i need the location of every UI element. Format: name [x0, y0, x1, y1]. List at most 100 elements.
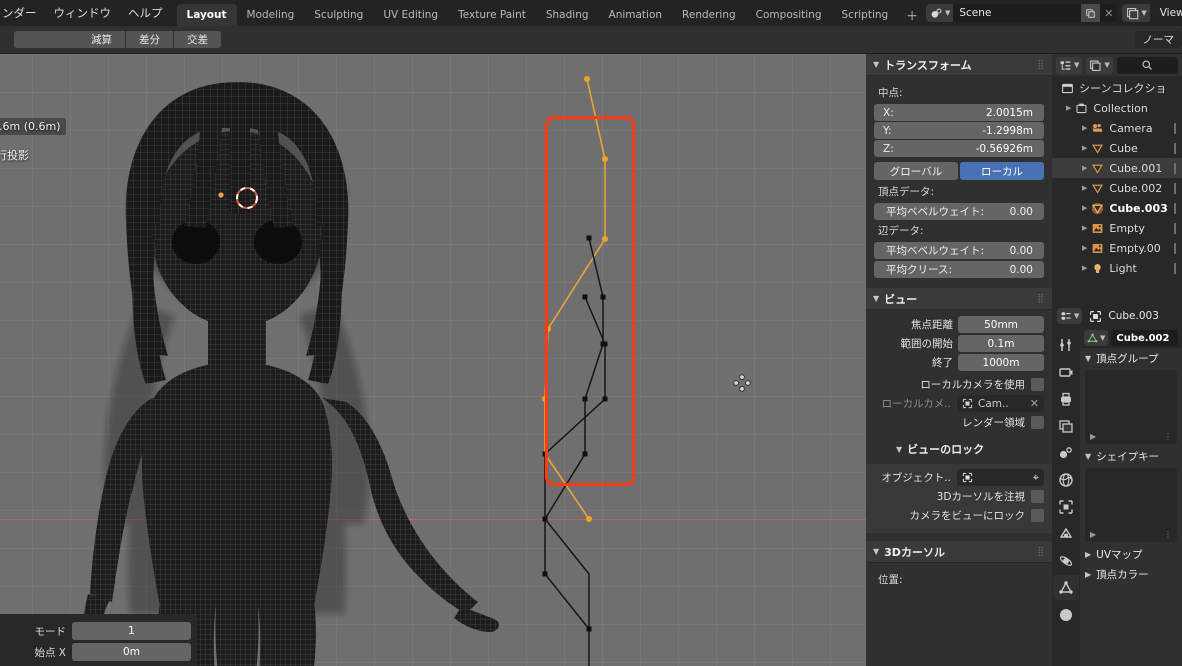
outliner-row-light[interactable]: ▶ Light — [1052, 258, 1182, 278]
list-options-icon[interactable]: ⋮ — [1164, 432, 1173, 441]
lock-object-field[interactable]: ⌖ — [957, 469, 1044, 486]
properties-editor-type-dropdown[interactable]: ▼ — [1057, 308, 1083, 324]
outliner-editor[interactable]: ▼ ▼ シーンコレクショ ▶ Collection ▶ Camera ▶ Cube ▶ Cube… — [1052, 54, 1182, 304]
disclosure-triangle-icon[interactable]: ▶ — [1082, 264, 1087, 272]
drag-grip-icon[interactable]: ⣿ — [1037, 294, 1045, 304]
median-z-row[interactable]: Z: -0.56926m — [874, 140, 1044, 157]
outliner-row-collection[interactable]: ▶ Collection — [1052, 98, 1182, 118]
tab-sculpting[interactable]: Sculpting — [304, 4, 373, 26]
disclosure-triangle-icon[interactable]: ▶ — [1082, 204, 1087, 212]
visibility-toggle[interactable] — [1174, 222, 1176, 234]
outliner-display-mode-dropdown[interactable]: ▼ — [1056, 56, 1083, 74]
visibility-toggle[interactable] — [1174, 182, 1176, 194]
disclosure-triangle-icon[interactable]: ▶ — [1066, 104, 1071, 112]
modifier-tab[interactable] — [1053, 521, 1079, 546]
render-tab[interactable] — [1053, 359, 1079, 384]
boolean-subtract-button[interactable]: 差分 — [126, 31, 174, 48]
outliner-row-empty-00[interactable]: ▶ Empty.00 — [1052, 238, 1182, 258]
new-scene-button[interactable] — [1081, 4, 1101, 22]
mesh-datablock-row[interactable]: ▼ Cube.002 — [1080, 328, 1182, 348]
local-button[interactable]: ローカル — [960, 162, 1044, 180]
properties-editor[interactable]: ▼ Cube.003 ▼ Cube.002 ▼ 頂点グループ ▶ ⋮ ▼ シェイ… — [1052, 304, 1182, 666]
tab-texture-paint[interactable]: Texture Paint — [448, 4, 536, 26]
lock-camera-checkbox[interactable] — [1031, 509, 1044, 522]
disclosure-triangle-icon[interactable]: ▶ — [1082, 244, 1087, 252]
transform-panel-header[interactable]: ▼ トランスフォーム ⣿ — [866, 54, 1052, 76]
eyedropper-icon[interactable]: ⌖ — [1033, 471, 1039, 485]
tab-compositing[interactable]: Compositing — [746, 4, 832, 26]
disclosure-triangle-icon[interactable]: ▶ — [1082, 184, 1087, 192]
tab-scripting[interactable]: Scripting — [832, 4, 899, 26]
edge-crease-field[interactable]: 平均クリース: 0.00 — [874, 261, 1044, 278]
transform-orientation-dropdown[interactable]: ノーマ — [1134, 31, 1182, 48]
uv-maps-section-header[interactable]: ▶ UVマップ — [1080, 544, 1182, 564]
3d-viewport[interactable]: .6m (0.6m) 行投影 — [0, 54, 866, 666]
visibility-toggle[interactable] — [1174, 122, 1176, 134]
vertex-groups-section-header[interactable]: ▼ 頂点グループ — [1080, 348, 1182, 368]
disclosure-triangle-icon[interactable]: ▶ — [1082, 124, 1087, 132]
menu-help[interactable]: ヘルプ — [128, 5, 163, 21]
median-x-value[interactable]: 2.0015m — [926, 104, 1044, 121]
operator-mode-field[interactable]: 1 — [72, 622, 191, 640]
operator-adjust-panel[interactable]: モード 1 始点 X 0m — [0, 614, 197, 666]
shape-keys-list[interactable]: ▶ ⋮ — [1085, 468, 1177, 542]
cursor-panel-header[interactable]: ▼ 3Dカーソル ⣿ — [866, 541, 1052, 563]
vertex-colors-section-header[interactable]: ▶ 頂点カラー — [1080, 564, 1182, 584]
visibility-toggle[interactable] — [1174, 262, 1176, 274]
unlink-scene-button[interactable]: ✕ — [1100, 4, 1117, 22]
outliner-row-cube-003[interactable]: ▶ Cube.003 — [1052, 198, 1182, 218]
outliner-row-[interactable]: シーンコレクショ — [1052, 78, 1182, 98]
tool-tab[interactable] — [1053, 332, 1079, 357]
outliner-row-cube-001[interactable]: ▶ Cube.001 — [1052, 158, 1182, 178]
visibility-toggle[interactable] — [1174, 142, 1176, 154]
disclosure-triangle-icon[interactable]: ▶ — [1082, 164, 1087, 172]
view-panel-header[interactable]: ▼ ビュー ⣿ — [866, 288, 1052, 310]
vertex-groups-list[interactable]: ▶ ⋮ — [1085, 370, 1177, 444]
shape-keys-section-header[interactable]: ▼ シェイプキー — [1080, 446, 1182, 466]
visibility-toggle[interactable] — [1174, 162, 1176, 174]
visibility-toggle[interactable] — [1174, 202, 1176, 214]
global-button[interactable]: グローバル — [874, 162, 958, 180]
outliner-row-camera[interactable]: ▶ Camera — [1052, 118, 1182, 138]
outliner-row-cube[interactable]: ▶ Cube — [1052, 138, 1182, 158]
edge-bevel-weight-field[interactable]: 平均ベベルウェイト: 0.00 — [874, 242, 1044, 259]
outliner-row-cube-002[interactable]: ▶ Cube.002 — [1052, 178, 1182, 198]
local-camera-field[interactable]: Cam.. ✕ — [957, 395, 1044, 412]
scene-tab[interactable] — [1053, 440, 1079, 465]
view-lock-header[interactable]: ▼ ビューのロック — [874, 438, 1044, 460]
tab-modeling[interactable]: Modeling — [237, 4, 305, 26]
disclosure-triangle-icon[interactable]: ▶ — [1082, 224, 1087, 232]
menu-render[interactable]: ンダー — [2, 5, 37, 21]
tab-rendering[interactable]: Rendering — [672, 4, 746, 26]
median-y-row[interactable]: Y: -1.2998m — [874, 122, 1044, 139]
clip-end-field[interactable]: 1000m — [958, 354, 1044, 371]
list-options-icon[interactable]: ⋮ — [1164, 530, 1173, 539]
tab-shading[interactable]: Shading — [536, 4, 599, 26]
outliner-search-input[interactable] — [1116, 56, 1178, 74]
physics-tab[interactable] — [1053, 548, 1079, 573]
add-workspace-button[interactable]: + — [898, 8, 926, 26]
disclosure-triangle-icon[interactable]: ▶ — [1082, 144, 1087, 152]
median-y-value[interactable]: -1.2998m — [926, 122, 1044, 139]
tab-animation[interactable]: Animation — [599, 4, 673, 26]
median-x-row[interactable]: X: 2.0015m — [874, 104, 1044, 121]
scene-name[interactable]: Scene — [953, 4, 1082, 22]
view-layer-name[interactable]: View Lay — [1155, 7, 1182, 19]
world-tab[interactable] — [1053, 467, 1079, 492]
outliner-filter-dropdown[interactable]: ▼ — [1086, 56, 1113, 74]
use-local-camera-checkbox[interactable] — [1031, 378, 1044, 391]
object-tab[interactable] — [1053, 494, 1079, 519]
material-tab[interactable] — [1053, 602, 1079, 627]
clear-local-camera-button[interactable]: ✕ — [1030, 397, 1039, 410]
expand-triangle-icon[interactable]: ▶ — [1090, 432, 1096, 441]
drag-grip-icon[interactable]: ⣿ — [1037, 547, 1045, 557]
focal-length-field[interactable]: 50mm — [958, 316, 1044, 333]
expand-triangle-icon[interactable]: ▶ — [1090, 530, 1096, 539]
output-tab[interactable] — [1053, 386, 1079, 411]
boolean-difference-button[interactable]: 減算 — [78, 31, 126, 48]
data-tab[interactable] — [1053, 575, 1079, 600]
lock-cursor-checkbox[interactable] — [1031, 490, 1044, 503]
mesh-data-icon[interactable]: ▼ — [1084, 330, 1109, 346]
clip-start-field[interactable]: 0.1m — [958, 335, 1044, 352]
tab-layout[interactable]: Layout — [176, 4, 237, 26]
